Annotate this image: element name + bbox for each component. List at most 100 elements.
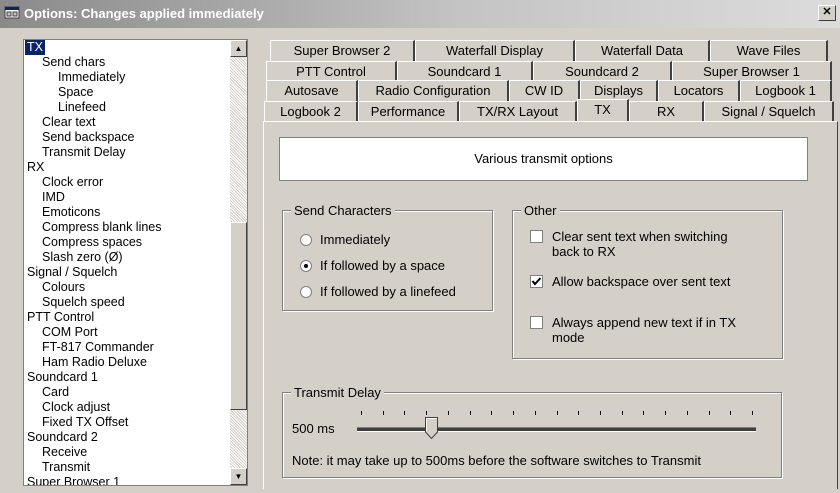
tab-tx-rx-layout[interactable]: TX/RX Layout [459, 101, 577, 122]
tree-item[interactable]: IMD [24, 190, 224, 205]
tree-item-label: Send backspace [42, 130, 135, 144]
clear-sent-label-1[interactable]: Clear sent text when switching [552, 229, 728, 244]
tab-logbook-2[interactable]: Logbook 2 [264, 101, 358, 122]
slider-tick [557, 411, 558, 415]
tree-item-label: Ham Radio Deluxe [42, 355, 147, 369]
tree-item[interactable]: Send chars [24, 55, 224, 70]
slider-tick [709, 411, 710, 415]
tab-rx[interactable]: RX [629, 101, 704, 122]
tree-item[interactable]: Space [24, 85, 224, 100]
tree-item[interactable]: Slash zero (Ø) [24, 250, 224, 265]
options-tree[interactable]: TX Send chars Immediately Space Linefeed Clea… [23, 39, 248, 486]
slider-tick [578, 411, 579, 415]
slider-tick [448, 411, 449, 415]
tab-super-browser-1[interactable]: Super Browser 1 [672, 61, 832, 82]
tab-super-browser-2[interactable]: Super Browser 2 [270, 40, 415, 61]
tab-waterfall-display[interactable]: Waterfall Display [415, 40, 575, 61]
tab-wave-files[interactable]: Wave Files [710, 40, 828, 61]
tree-item[interactable]: Colours [24, 280, 224, 295]
tree-item-label: TX [25, 40, 45, 55]
tab-soundcard-1[interactable]: Soundcard 1 [397, 61, 533, 82]
tree-item[interactable]: Emoticons [24, 205, 224, 220]
scroll-thumb[interactable] [230, 222, 247, 410]
tree-item-label: Super Browser 1 [27, 475, 121, 486]
tab-radio-configuration[interactable]: Radio Configuration [358, 80, 509, 101]
checkmark-icon [531, 277, 542, 286]
tab-performance[interactable]: Performance [358, 101, 459, 122]
tree-item[interactable]: Soundcard 1 [24, 370, 224, 385]
tree-item[interactable]: Super Browser 1 [24, 475, 224, 486]
slider-tick [622, 411, 623, 415]
slider-tick [643, 411, 644, 415]
tab-signal-squelch[interactable]: Signal / Squelch [704, 101, 834, 122]
tab-ptt-control[interactable]: PTT Control [266, 61, 397, 82]
tab-displays[interactable]: Displays [580, 80, 658, 101]
tree-item[interactable]: COM Port [24, 325, 224, 340]
transmit-delay-title: Transmit Delay [291, 385, 384, 400]
tree-item-label: Compress spaces [42, 235, 143, 249]
window-title: Options: Changes applied immediately [24, 6, 264, 21]
tree-item-label: IMD [42, 190, 65, 204]
tree-item[interactable]: Card [24, 385, 224, 400]
tab-locators[interactable]: Locators [658, 80, 740, 101]
tree-item[interactable]: FT-817 Commander [24, 340, 224, 355]
radio-immediately[interactable] [300, 234, 312, 246]
tree-item[interactable]: Squelch speed [24, 295, 224, 310]
tree-list: TX Send chars Immediately Space Linefeed Clea… [24, 40, 224, 486]
tree-item[interactable]: Compress spaces [24, 235, 224, 250]
tree-item-label: Fixed TX Offset [42, 415, 129, 429]
slider-tick [361, 411, 362, 415]
tab-cw-id[interactable]: CW ID [509, 80, 580, 101]
tree-item[interactable]: Soundcard 2 [24, 430, 224, 445]
tree-item[interactable]: Clear text [24, 115, 224, 130]
tree-item[interactable]: Clock error [24, 175, 224, 190]
tree-item[interactable]: Transmit Delay [24, 145, 224, 160]
allow-backspace-label[interactable]: Allow backspace over sent text [552, 274, 730, 289]
tree-item[interactable]: Signal / Squelch [24, 265, 224, 280]
tree-item[interactable]: RX [24, 160, 224, 175]
tree-item-label: Compress blank lines [42, 220, 162, 234]
always-append-label-1[interactable]: Always append new text if in TX [552, 315, 736, 330]
tree-scrollbar[interactable]: ▲ ▼ [230, 40, 247, 485]
checkbox-clear-sent[interactable] [530, 230, 543, 243]
scroll-down-button[interactable]: ▼ [230, 468, 247, 485]
checkbox-always-append[interactable] [530, 316, 543, 329]
tree-item[interactable]: Compress blank lines [24, 220, 224, 235]
tree-item[interactable]: Send backspace [24, 130, 224, 145]
tab-autosave[interactable]: Autosave [266, 80, 358, 101]
checkbox-allow-backspace[interactable] [530, 275, 543, 288]
tab-logbook-1[interactable]: Logbook 1 [740, 80, 832, 101]
tree-item-label: Clear text [42, 115, 96, 129]
delay-slider-track[interactable] [357, 427, 756, 432]
radio-space-label[interactable]: If followed by a space [320, 258, 445, 273]
close-button[interactable]: ✕ [818, 5, 836, 21]
tree-item[interactable]: Linefeed [24, 100, 224, 115]
radio-linefeed-label[interactable]: If followed by a linefeed [320, 284, 456, 299]
always-append-label-2[interactable]: mode [552, 330, 585, 345]
tab-soundcard-2[interactable]: Soundcard 2 [533, 61, 672, 82]
radio-immediately-label[interactable]: Immediately [320, 232, 390, 247]
tree-item[interactable]: Immediately [24, 70, 224, 85]
slider-tick [491, 411, 492, 415]
tree-item-label: Soundcard 1 [27, 370, 98, 384]
slider-tick [383, 411, 384, 415]
scroll-up-button[interactable]: ▲ [230, 40, 247, 57]
tree-item-label: Slash zero (Ø) [42, 250, 123, 264]
tree-item-label: Squelch speed [42, 295, 125, 309]
tree-item[interactable]: PTT Control [24, 310, 224, 325]
clear-sent-label-2[interactable]: back to RX [552, 244, 616, 259]
tree-item[interactable]: Ham Radio Deluxe [24, 355, 224, 370]
tab-waterfall-data[interactable]: Waterfall Data [575, 40, 710, 61]
tab-tx[interactable]: TX [577, 99, 629, 122]
delay-slider-thumb[interactable] [425, 417, 438, 439]
tree-item-label: Space [58, 85, 94, 99]
radio-linefeed[interactable] [300, 286, 312, 298]
tree-item[interactable]: Transmit [24, 460, 224, 475]
tree-item-label: Clock error [42, 175, 104, 189]
tree-item[interactable]: Clock adjust [24, 400, 224, 415]
radio-space[interactable] [300, 260, 312, 272]
tree-item[interactable]: Fixed TX Offset [24, 415, 224, 430]
tree-item[interactable]: Receive [24, 445, 224, 460]
slider-tick [752, 411, 753, 415]
tree-item[interactable]: TX [24, 40, 224, 55]
